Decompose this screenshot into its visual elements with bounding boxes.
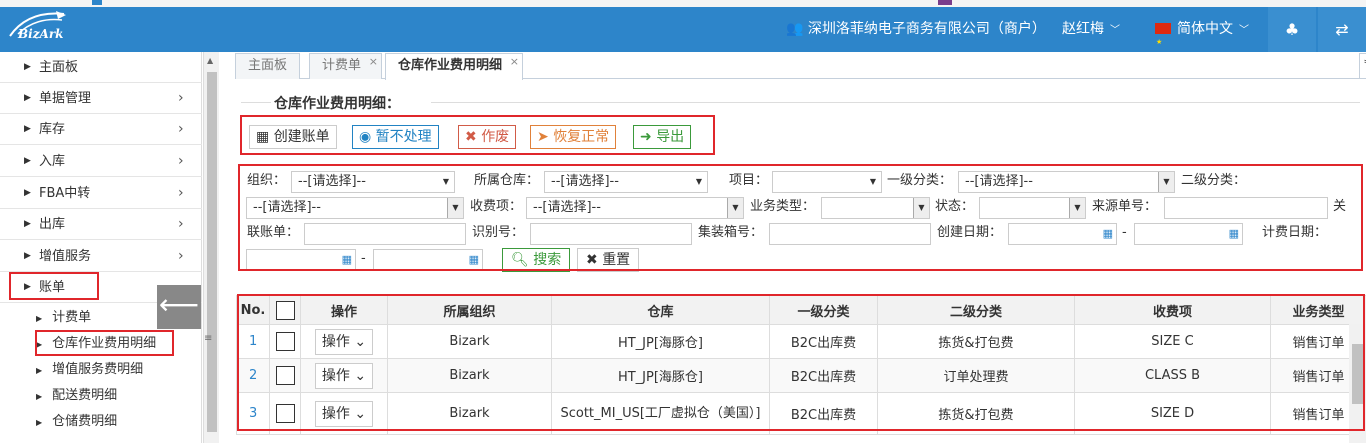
swap-icon: ⇄	[1335, 20, 1349, 39]
users-icon: 👥	[786, 21, 804, 37]
chevron-right-icon: ›	[178, 153, 184, 169]
sidebar-item-inbound[interactable]: ▶ 入库 ›	[0, 146, 202, 177]
tab-label: 仓库作业费用明细	[398, 58, 503, 73]
language-label: 简体中文	[1177, 21, 1233, 37]
panel-title: 仓库作业费用明细：	[274, 96, 400, 112]
language-menu[interactable]: 简体中文 ﹀	[1155, 7, 1249, 65]
close-icon[interactable]: ×	[510, 50, 519, 74]
sidebar-subitem-billing-list[interactable]: ▶ 计费单	[36, 305, 91, 331]
sidebar-subitem-label: 配送费明细	[52, 388, 118, 403]
chevron-right-icon: ›	[178, 185, 184, 201]
highlight-warehouse-fees	[35, 330, 174, 356]
sidebar-item-label: 库存	[39, 122, 66, 137]
caret-right-icon: ▶	[24, 62, 31, 72]
top-navbar: BizArk 👥 深圳洛菲纳电子商务有限公司（商户） 赵红梅﹀ 简体中文﹀ ♣ …	[0, 0, 1366, 65]
sidebar-subitem-label: 增值服务费明细	[52, 362, 144, 377]
tab-dashboard[interactable]: 主面板	[235, 53, 301, 79]
caret-right-icon: ▶	[24, 251, 31, 261]
sidebar-subitem-label: 计费单	[52, 310, 92, 325]
caret-right-icon: ▶	[24, 93, 31, 103]
highlight-table	[237, 294, 1365, 431]
scroll-up-icon[interactable]: ▲	[207, 56, 213, 65]
logo-text: BizArk	[18, 27, 64, 41]
swap-icon-button[interactable]: ⇄	[1318, 7, 1366, 52]
sidebar-item-label: 单据管理	[39, 91, 92, 106]
tab-label: 主面板	[248, 58, 288, 73]
china-flag-icon	[1155, 20, 1171, 65]
caret-right-icon: ▶	[36, 418, 43, 427]
caret-right-icon: ▶	[24, 124, 31, 134]
sidebar-item-dashboard[interactable]: ▶ 主面板	[0, 52, 202, 83]
caret-right-icon: ▶	[24, 188, 31, 198]
sidebar-item-inventory[interactable]: ▶ 库存 ›	[0, 114, 202, 145]
chevron-right-icon: ›	[178, 216, 184, 232]
caret-right-icon: ▶	[36, 392, 43, 401]
chevron-right-icon: ›	[178, 90, 184, 106]
sidebar: ▶ 主面板 ▶ 单据管理 › ▶ 库存 › ▶ 入库 › ▶ FBA中转 › ▶…	[0, 52, 202, 443]
sidebar-item-label: 出库	[39, 217, 66, 232]
chevron-right-icon: ›	[178, 121, 184, 137]
sidebar-scrollbar[interactable]: ▲	[203, 52, 219, 443]
highlight-billing	[9, 272, 99, 300]
chevron-down-icon: ﹀	[1110, 25, 1120, 36]
tab-menu-button[interactable]: ︾	[1359, 53, 1366, 79]
company-name: 深圳洛菲纳电子商务有限公司（商户）	[807, 21, 1046, 37]
caret-right-icon: ▶	[36, 314, 43, 323]
panel-border	[241, 101, 1360, 105]
tab-billing-list[interactable]: 计费单 ×	[309, 50, 383, 79]
sidebar-item-label: 主面板	[39, 60, 79, 75]
arrow-left-icon: ⟵	[158, 288, 200, 321]
browser-bookmark-strip	[0, 0, 1366, 7]
tab-warehouse-fees[interactable]: 仓库作业费用明细 ×	[385, 50, 524, 80]
company-menu[interactable]: 👥 深圳洛菲纳电子商务有限公司（商户）	[786, 7, 1046, 52]
sidebar-scroll-thumb[interactable]	[207, 72, 217, 432]
drag-handle-icon[interactable]: ≡	[204, 333, 212, 344]
sidebar-subitem-storage-fees[interactable]: ▶ 仓储费明细	[36, 409, 117, 435]
caret-right-icon: ▶	[36, 366, 43, 375]
sidebar-subitem-vas-fees[interactable]: ▶ 增值服务费明细	[36, 357, 143, 383]
tree-icon: ♣	[1284, 20, 1300, 39]
caret-right-icon: ▶	[24, 156, 31, 166]
sidebar-item-fba[interactable]: ▶ FBA中转 ›	[0, 178, 202, 209]
sidebar-item-label: 入库	[39, 154, 66, 169]
highlight-action-buttons	[240, 115, 715, 155]
close-icon[interactable]: ×	[369, 50, 378, 74]
chevron-down-icon: ﹀	[1239, 25, 1249, 36]
sidebar-item-documents[interactable]: ▶ 单据管理 ›	[0, 83, 202, 114]
tree-icon-button[interactable]: ♣	[1268, 7, 1316, 52]
collapse-sidebar-button[interactable]: ⟵	[157, 285, 201, 329]
user-name: 赵红梅	[1062, 21, 1104, 37]
tab-bar: 主面板 计费单 × 仓库作业费用明细 × ︾	[235, 50, 1366, 80]
sidebar-subitem-label: 仓储费明细	[52, 414, 118, 429]
highlight-filters	[238, 164, 1363, 271]
tab-label: 计费单	[322, 58, 362, 73]
sidebar-subitem-delivery-fees[interactable]: ▶ 配送费明细	[36, 383, 117, 409]
sidebar-item-outbound[interactable]: ▶ 出库 ›	[0, 209, 202, 240]
sidebar-item-value-added[interactable]: ▶ 增值服务 ›	[0, 241, 202, 272]
sidebar-item-label: FBA中转	[39, 186, 91, 201]
caret-right-icon: ▶	[24, 219, 31, 229]
sidebar-item-label: 增值服务	[39, 249, 92, 264]
user-menu[interactable]: 赵红梅 ﹀	[1062, 7, 1120, 52]
chevron-right-icon: ›	[178, 248, 184, 264]
